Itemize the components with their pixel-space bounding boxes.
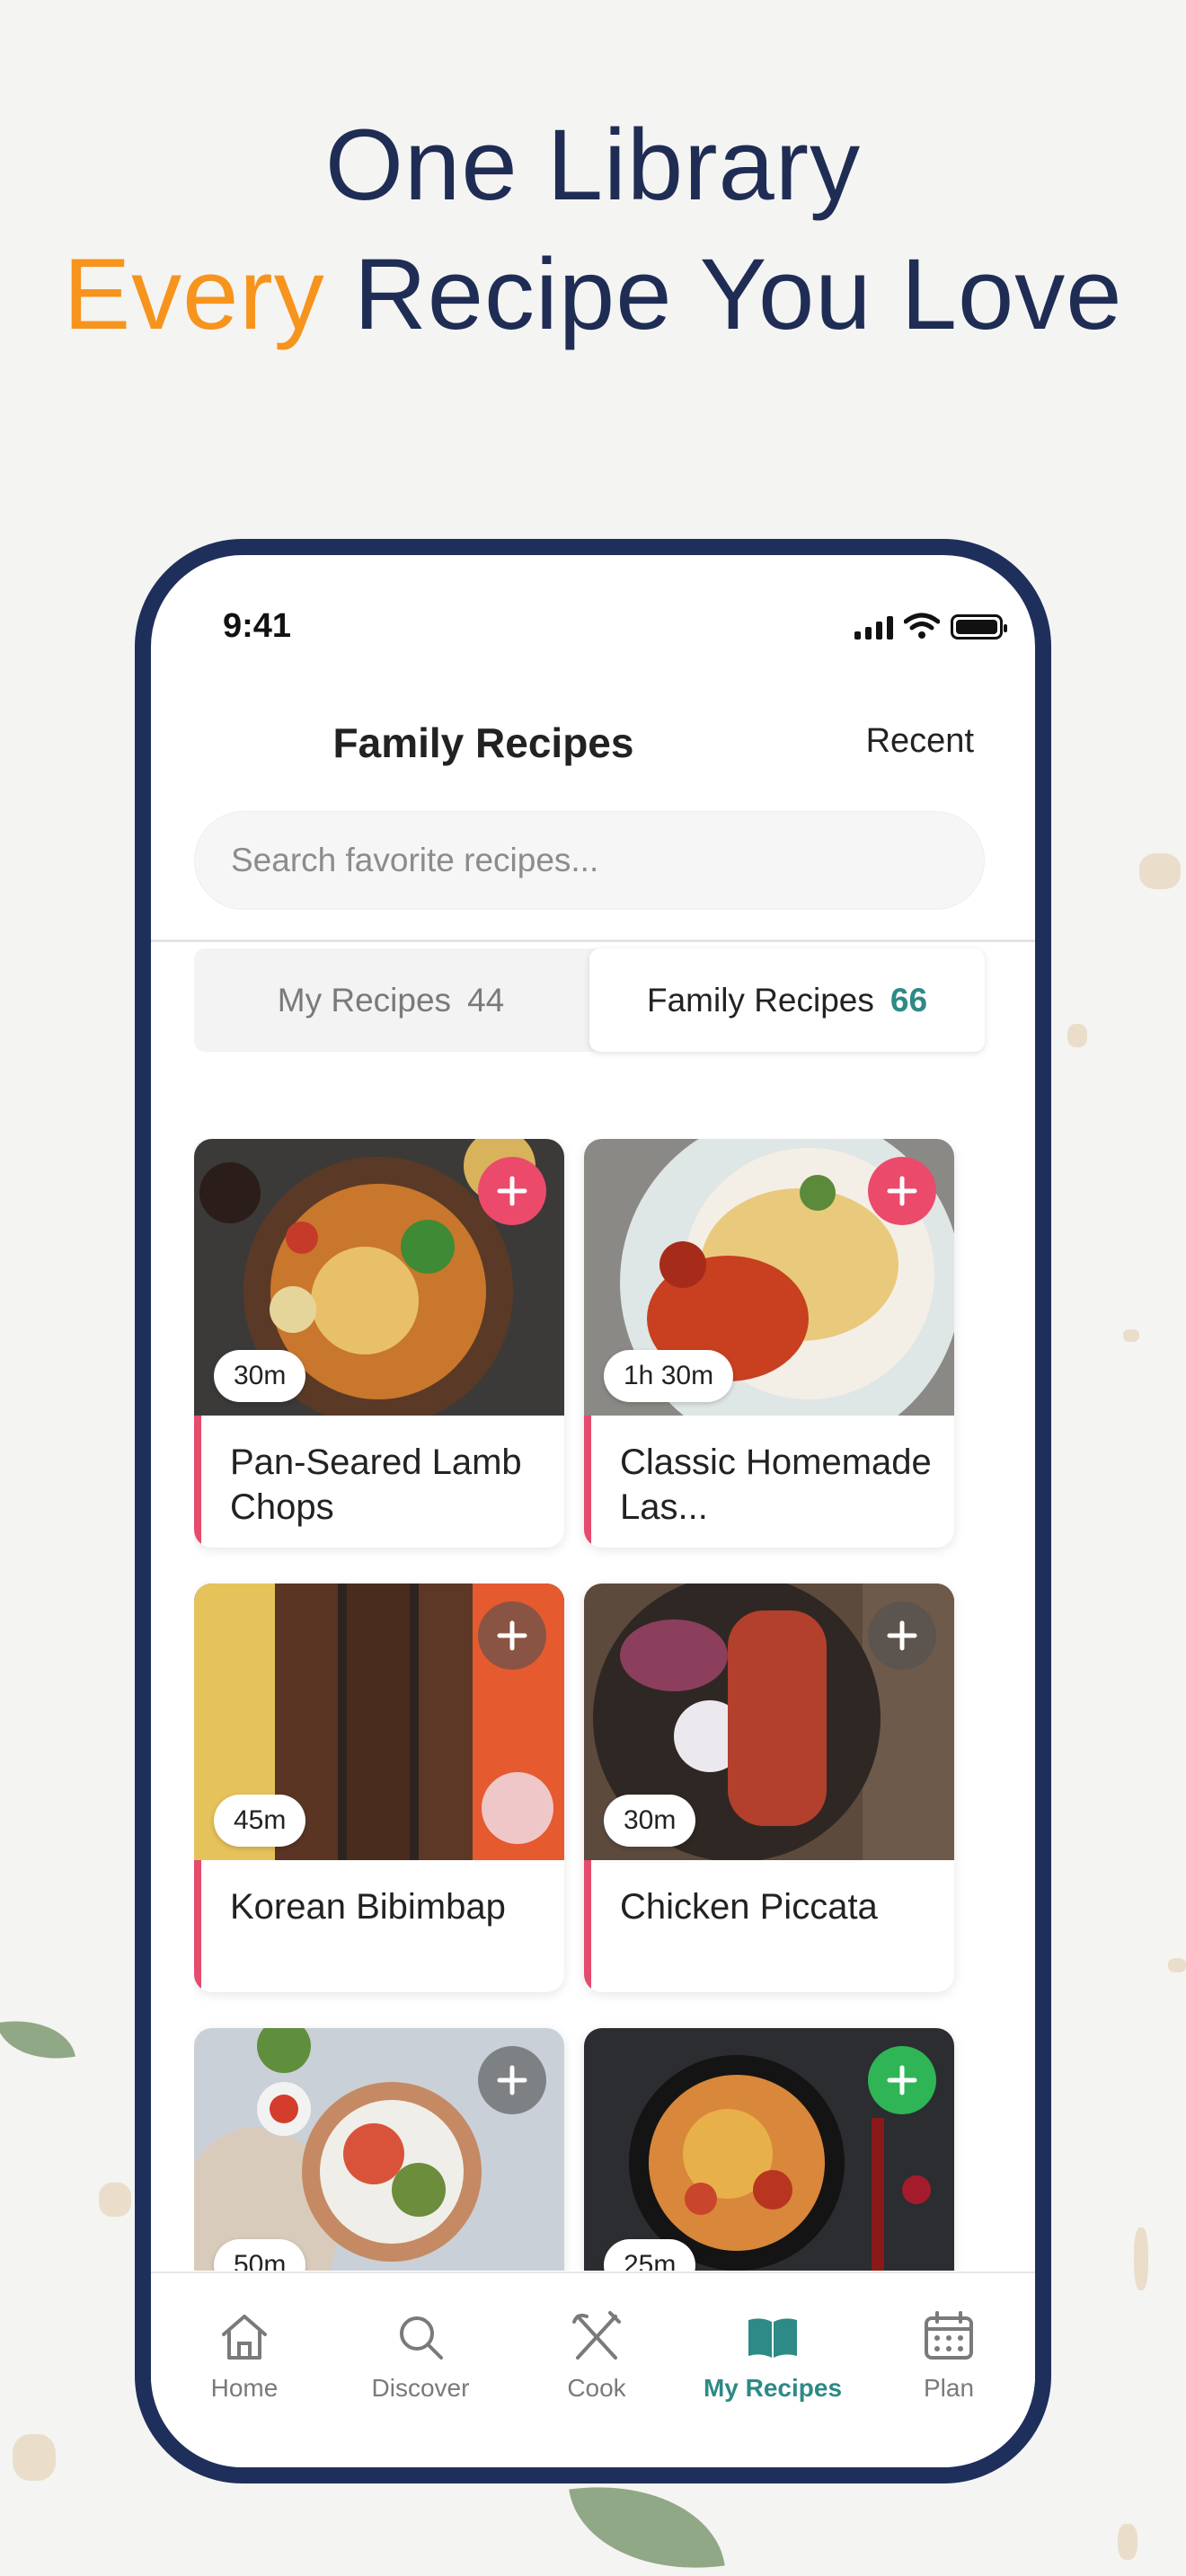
home-icon	[222, 2315, 267, 2360]
search-icon	[400, 2316, 443, 2360]
page-title: Family Recipes	[332, 719, 634, 766]
status-bar: 9:41	[151, 555, 1035, 663]
tab-my-recipes-nav[interactable]: My Recipes	[685, 2309, 861, 2403]
card-accent-bar	[584, 1860, 591, 1992]
recipe-card[interactable]: 25m	[584, 2028, 954, 2271]
recipe-title: Chicken Piccata	[620, 1887, 878, 1927]
tab-label: Cook	[567, 2374, 626, 2402]
background-leaf	[569, 2469, 725, 2576]
headline-line-1: One Library	[324, 109, 862, 221]
tab-family-recipes[interactable]: Family Recipes 66	[589, 948, 985, 1052]
utensils-icon	[572, 2311, 621, 2360]
recipe-card[interactable]: 1h 30m Classic Homemade Las...	[584, 1139, 954, 1548]
recipe-grid: 30m Pan-Seared Lamb Chops 1h 30m Classic…	[194, 1139, 985, 2271]
tab-plan[interactable]: Plan	[861, 2309, 1035, 2403]
tab-label: My Recipes	[703, 2374, 843, 2402]
plus-icon	[497, 1620, 527, 1651]
plus-icon	[887, 2065, 917, 2095]
recipe-source-segmented-control: My Recipes 44 Family Recipes 66	[194, 948, 985, 1052]
wifi-icon	[904, 613, 940, 639]
phone-frame: 9:41 Family Recipes Recent My Recipes 44…	[135, 539, 1051, 2483]
cook-time-badge: 30m	[604, 1795, 696, 1847]
cook-time-badge: 1h 30m	[604, 1350, 734, 1402]
background-crumb	[13, 2434, 56, 2481]
tab-label: Family Recipes	[646, 981, 874, 1019]
card-accent-bar	[194, 1416, 201, 1548]
recipe-title: Pan-Seared Lamb Chops	[230, 1442, 522, 1527]
add-to-collection-button[interactable]	[868, 1601, 936, 1670]
add-to-collection-button[interactable]	[478, 2046, 546, 2114]
tab-home[interactable]: Home	[156, 2309, 332, 2403]
recipe-title: Korean Bibimbap	[230, 1887, 506, 1927]
recipe-card[interactable]: 50m	[194, 2028, 564, 2271]
headline-accent: Every	[63, 238, 325, 350]
add-to-collection-button[interactable]	[478, 1601, 546, 1670]
status-time: 9:41	[223, 607, 292, 645]
cellular-signal-icon	[854, 616, 893, 640]
cook-time-badge: 30m	[214, 1350, 306, 1402]
battery-icon	[951, 614, 1007, 640]
add-to-collection-button[interactable]	[868, 1157, 936, 1225]
recipe-card[interactable]: 45m Korean Bibimbap	[194, 1584, 564, 1992]
headline-rest: Recipe You Love	[324, 238, 1123, 350]
search-bar[interactable]	[194, 811, 985, 910]
headline-line-2: Every Recipe You Love	[0, 244, 1186, 345]
bottom-tab-bar: Home Discover Cook My Recipes Plan	[151, 2272, 1035, 2467]
tab-count: 66	[890, 981, 928, 1019]
background-crumb	[99, 2183, 131, 2217]
cook-time-badge: 45m	[214, 1795, 306, 1847]
tab-discover[interactable]: Discover	[332, 2309, 509, 2403]
recipe-card[interactable]: 30m Pan-Seared Lamb Chops	[194, 1139, 564, 1548]
plus-icon	[497, 1176, 527, 1206]
tab-label: Plan	[923, 2374, 975, 2402]
tab-count: 44	[467, 981, 505, 1019]
background-crumb	[1168, 1958, 1186, 1972]
plus-icon	[887, 1176, 917, 1206]
card-accent-bar	[584, 1416, 591, 1548]
tab-my-recipes[interactable]: My Recipes 44	[194, 948, 588, 1052]
background-crumb	[1123, 1329, 1139, 1342]
cook-time-badge: 50m	[214, 2239, 306, 2271]
sort-recent-button[interactable]: Recent	[866, 722, 974, 761]
add-to-collection-button[interactable]	[868, 2046, 936, 2114]
add-to-collection-button[interactable]	[478, 1157, 546, 1225]
recipe-card[interactable]: 30m Chicken Piccata	[584, 1584, 954, 1992]
top-bar: Family Recipes Recent	[151, 708, 1035, 771]
tab-label: Home	[210, 2374, 279, 2402]
recipe-title: Classic Homemade Las...	[620, 1442, 932, 1527]
cook-time-badge: 25m	[604, 2239, 696, 2271]
background-leaf	[0, 2010, 75, 2069]
background-crumb	[1134, 2228, 1148, 2290]
book-icon	[748, 2318, 797, 2358]
tab-cook[interactable]: Cook	[509, 2309, 685, 2403]
search-input[interactable]	[195, 812, 984, 909]
background-crumb	[1139, 853, 1181, 889]
card-accent-bar	[194, 1860, 201, 1992]
plus-icon	[497, 2065, 527, 2095]
status-icons	[854, 609, 1007, 640]
tab-label: My Recipes	[277, 981, 452, 1019]
header-divider	[151, 940, 1035, 942]
calendar-icon	[925, 2311, 973, 2360]
tab-label: Discover	[371, 2374, 470, 2402]
background-crumb	[1067, 1024, 1087, 1047]
plus-icon	[887, 1620, 917, 1651]
background-crumb	[1118, 2524, 1137, 2560]
